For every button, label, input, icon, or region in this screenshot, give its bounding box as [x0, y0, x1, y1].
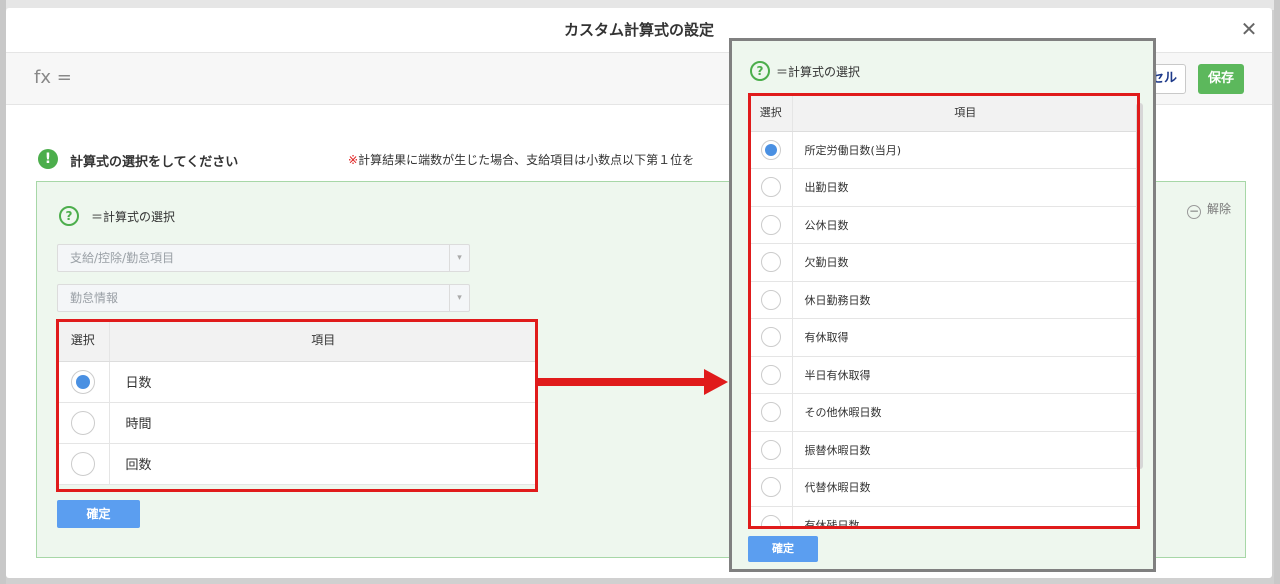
callout-arrow-head: [704, 369, 728, 395]
item-category-select-value: 勤怠情報: [70, 291, 119, 305]
highlight-frame: [748, 93, 1140, 529]
detail-panel: ? ＝計算式の選択 選択 項目 所定労働日数(当月) 出勤日数 公休日数 欠勤日数 休日…: [729, 38, 1156, 572]
callout-arrow: [538, 378, 708, 386]
note-text: 計算結果に端数が生じた場合、支給項目は小数点以下第１位を: [358, 153, 695, 167]
help-icon[interactable]: ?: [750, 61, 770, 81]
formula-select-label: ＝計算式の選択: [776, 65, 861, 79]
confirm-button[interactable]: 確定: [57, 500, 140, 528]
confirm-button[interactable]: 確定: [748, 536, 818, 562]
chevron-down-icon: ▾: [449, 245, 469, 271]
minus-circle-icon: −: [1186, 204, 1201, 219]
fx-label: fx =: [34, 67, 72, 88]
highlight-frame: [56, 319, 538, 492]
unset-label: 解除: [1206, 202, 1231, 216]
formula-select-label: ＝計算式の選択: [91, 210, 176, 224]
item-category-select[interactable]: 勤怠情報 ▾: [57, 284, 470, 312]
item-type-select[interactable]: 支給/控除/勤怠項目 ▾: [57, 244, 470, 272]
help-icon[interactable]: ?: [59, 206, 79, 226]
item-type-select-value: 支給/控除/勤怠項目: [70, 251, 175, 265]
close-icon[interactable]: ✕: [1238, 18, 1260, 40]
background-right: [1274, 0, 1280, 584]
unset-button[interactable]: − 解除: [1186, 200, 1231, 219]
chevron-down-icon: ▾: [449, 285, 469, 311]
instruction-note: ※計算結果に端数が生じた場合、支給項目は小数点以下第１位を: [348, 151, 694, 168]
instruction-title: 計算式の選択をしてください: [70, 155, 239, 170]
alert-icon: !: [38, 149, 58, 169]
save-button[interactable]: 保存: [1198, 64, 1244, 94]
note-mark: ※: [348, 153, 359, 167]
